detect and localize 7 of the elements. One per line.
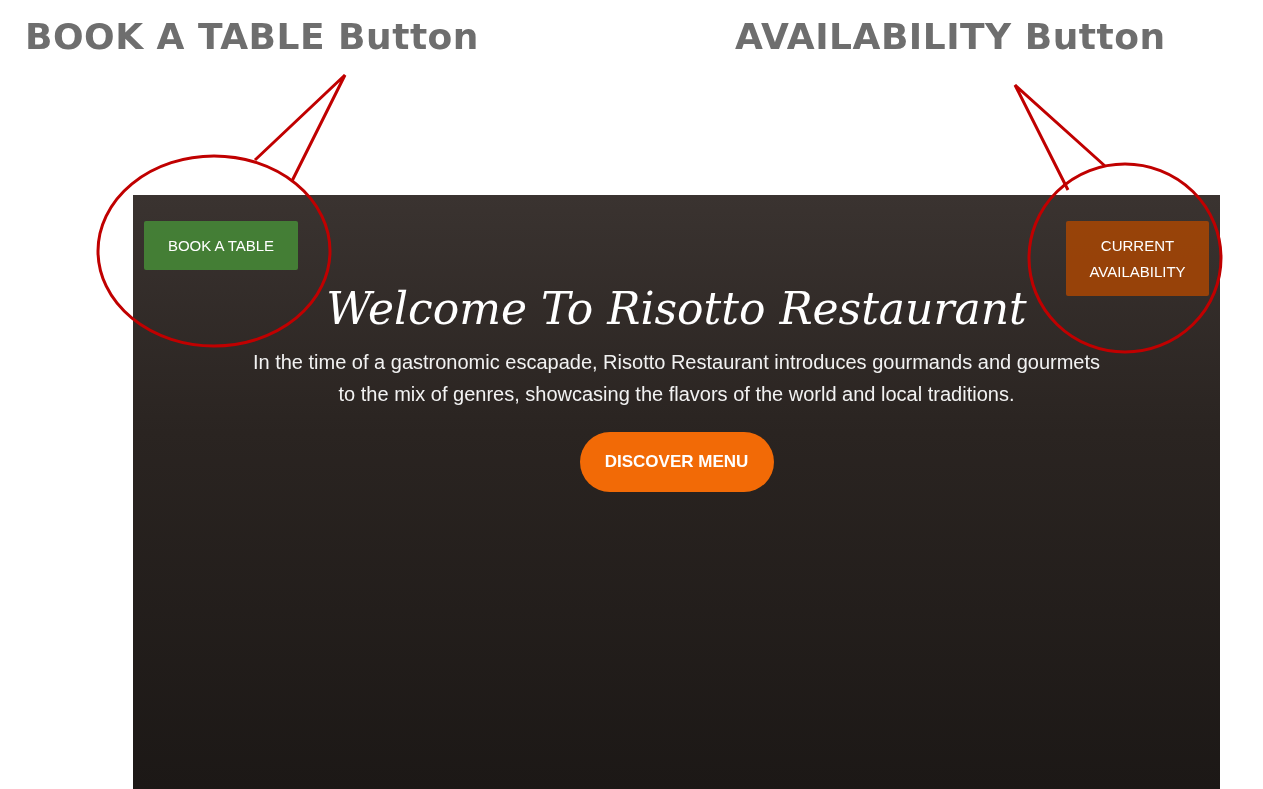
discover-menu-button[interactable]: DISCOVER MENU <box>579 432 774 492</box>
hero-title: Welcome To Risotto Restaurant <box>326 283 1027 334</box>
availability-button[interactable]: CURRENT AVAILABILITY <box>1066 221 1209 296</box>
annotation-label: AVAILABILITY Button <box>735 16 1166 57</box>
hero-description: In the time of a gastronomic escapade, Risotto Restaurant introduces gourmands and gourmets to the mix of genres, showcasing the flavors of the world and local traditions. <box>251 350 1102 407</box>
book-a-table-button[interactable]: BOOK A TABLE <box>144 221 298 270</box>
annotation-label: BOOK A TABLE Button <box>25 16 479 57</box>
